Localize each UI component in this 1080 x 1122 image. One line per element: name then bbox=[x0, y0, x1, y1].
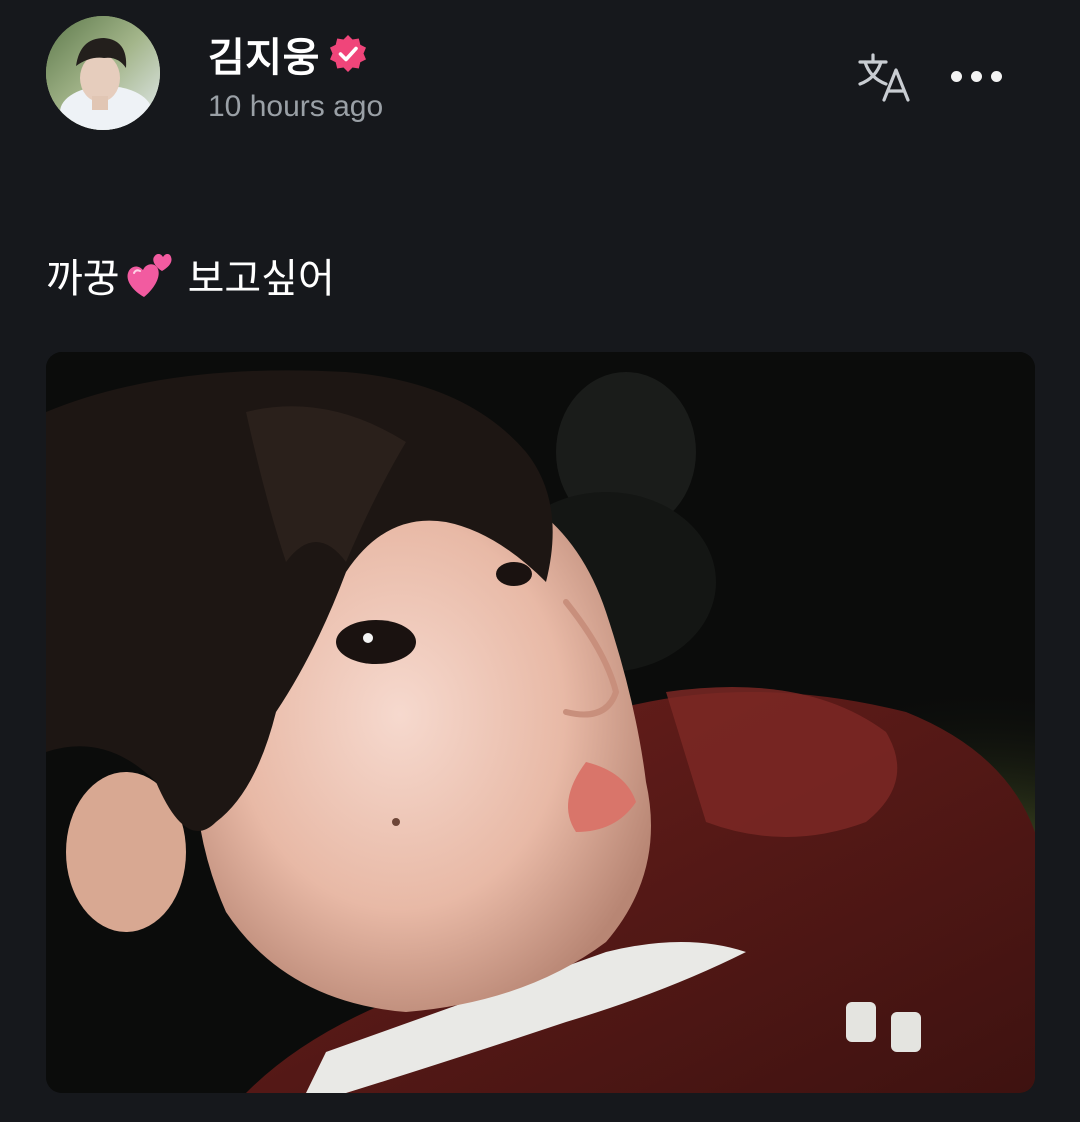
author-name[interactable]: 김지웅 bbox=[208, 25, 320, 83]
post-body: 까꿍 보고싶어 bbox=[46, 246, 335, 304]
more-dot bbox=[990, 70, 1002, 82]
post-timestamp: 10 hours ago bbox=[208, 90, 384, 123]
more-options-button[interactable] bbox=[944, 56, 1008, 96]
more-dot bbox=[970, 70, 982, 82]
post-text-after: 보고싶어 bbox=[187, 257, 335, 301]
post-text-before: 까꿍 bbox=[46, 257, 120, 301]
post-card: 김지웅 10 hours ago 까꿍 보고싶어 bbox=[0, 0, 1080, 1122]
author-name-row: 김지웅 bbox=[208, 28, 370, 80]
two-hearts-emoji-icon bbox=[124, 249, 176, 301]
verified-badge-icon bbox=[326, 32, 370, 76]
selfie-photo bbox=[46, 352, 1035, 1093]
post-header: 김지웅 10 hours ago bbox=[46, 16, 1036, 134]
translate-button[interactable] bbox=[856, 50, 916, 104]
post-image[interactable] bbox=[46, 352, 1035, 1093]
more-horizontal-icon bbox=[950, 70, 962, 82]
avatar-image bbox=[46, 16, 160, 130]
avatar[interactable] bbox=[46, 16, 160, 130]
translate-icon bbox=[858, 53, 910, 102]
